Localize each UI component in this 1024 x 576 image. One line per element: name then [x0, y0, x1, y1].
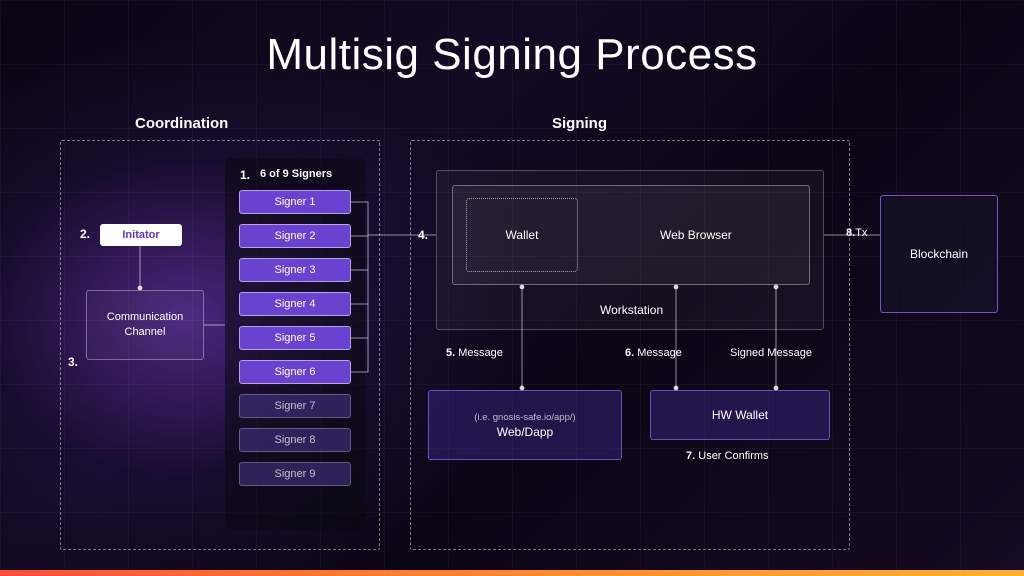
webdapp-label: Web/Dapp [497, 425, 553, 439]
step-6-label: 6. Message [625, 347, 682, 359]
step-3-number: 3. [68, 355, 78, 369]
wallet-box: Wallet [466, 198, 578, 272]
step-5-label: 5. Message [446, 347, 503, 359]
section-label-signing: Signing [552, 115, 607, 132]
workstation-label: Workstation [600, 303, 663, 317]
step-7-label: 7. User Confirms [686, 450, 769, 462]
signers-header: 6 of 9 Signers [260, 168, 332, 180]
communication-channel-label: Communication Channel [91, 310, 199, 340]
section-label-coordination: Coordination [135, 115, 228, 132]
step-2-number: 2. [80, 227, 90, 241]
web-browser-label: Web Browser [660, 228, 732, 242]
signer-4: Signer 4 [239, 292, 351, 316]
hw-wallet-label: HW Wallet [712, 408, 768, 422]
initiator-label: Initator [122, 229, 159, 241]
signer-1: Signer 1 [239, 190, 351, 214]
step-8-label: 8.Tx [846, 227, 867, 239]
blockchain-label: Blockchain [910, 247, 968, 261]
webdapp-box: (i.e. gnosis-safe.io/app/) Web/Dapp [428, 390, 622, 460]
hw-wallet-box: HW Wallet [650, 390, 830, 440]
signed-message-label: Signed Message [730, 347, 812, 359]
signer-3: Signer 3 [239, 258, 351, 282]
signer-2: Signer 2 [239, 224, 351, 248]
step-4-number: 4. [418, 228, 428, 242]
step-1-number: 1. [240, 168, 250, 182]
accent-bar [0, 570, 1024, 576]
blockchain-box: Blockchain [880, 195, 998, 313]
webdapp-sublabel: (i.e. gnosis-safe.io/app/) [474, 412, 575, 423]
signer-6: Signer 6 [239, 360, 351, 384]
signer-9: Signer 9 [239, 462, 351, 486]
wallet-label: Wallet [506, 228, 539, 242]
signer-7: Signer 7 [239, 394, 351, 418]
initiator-badge: Initator [100, 224, 182, 246]
signer-8: Signer 8 [239, 428, 351, 452]
signer-5: Signer 5 [239, 326, 351, 350]
communication-channel-box: Communication Channel [86, 290, 204, 360]
